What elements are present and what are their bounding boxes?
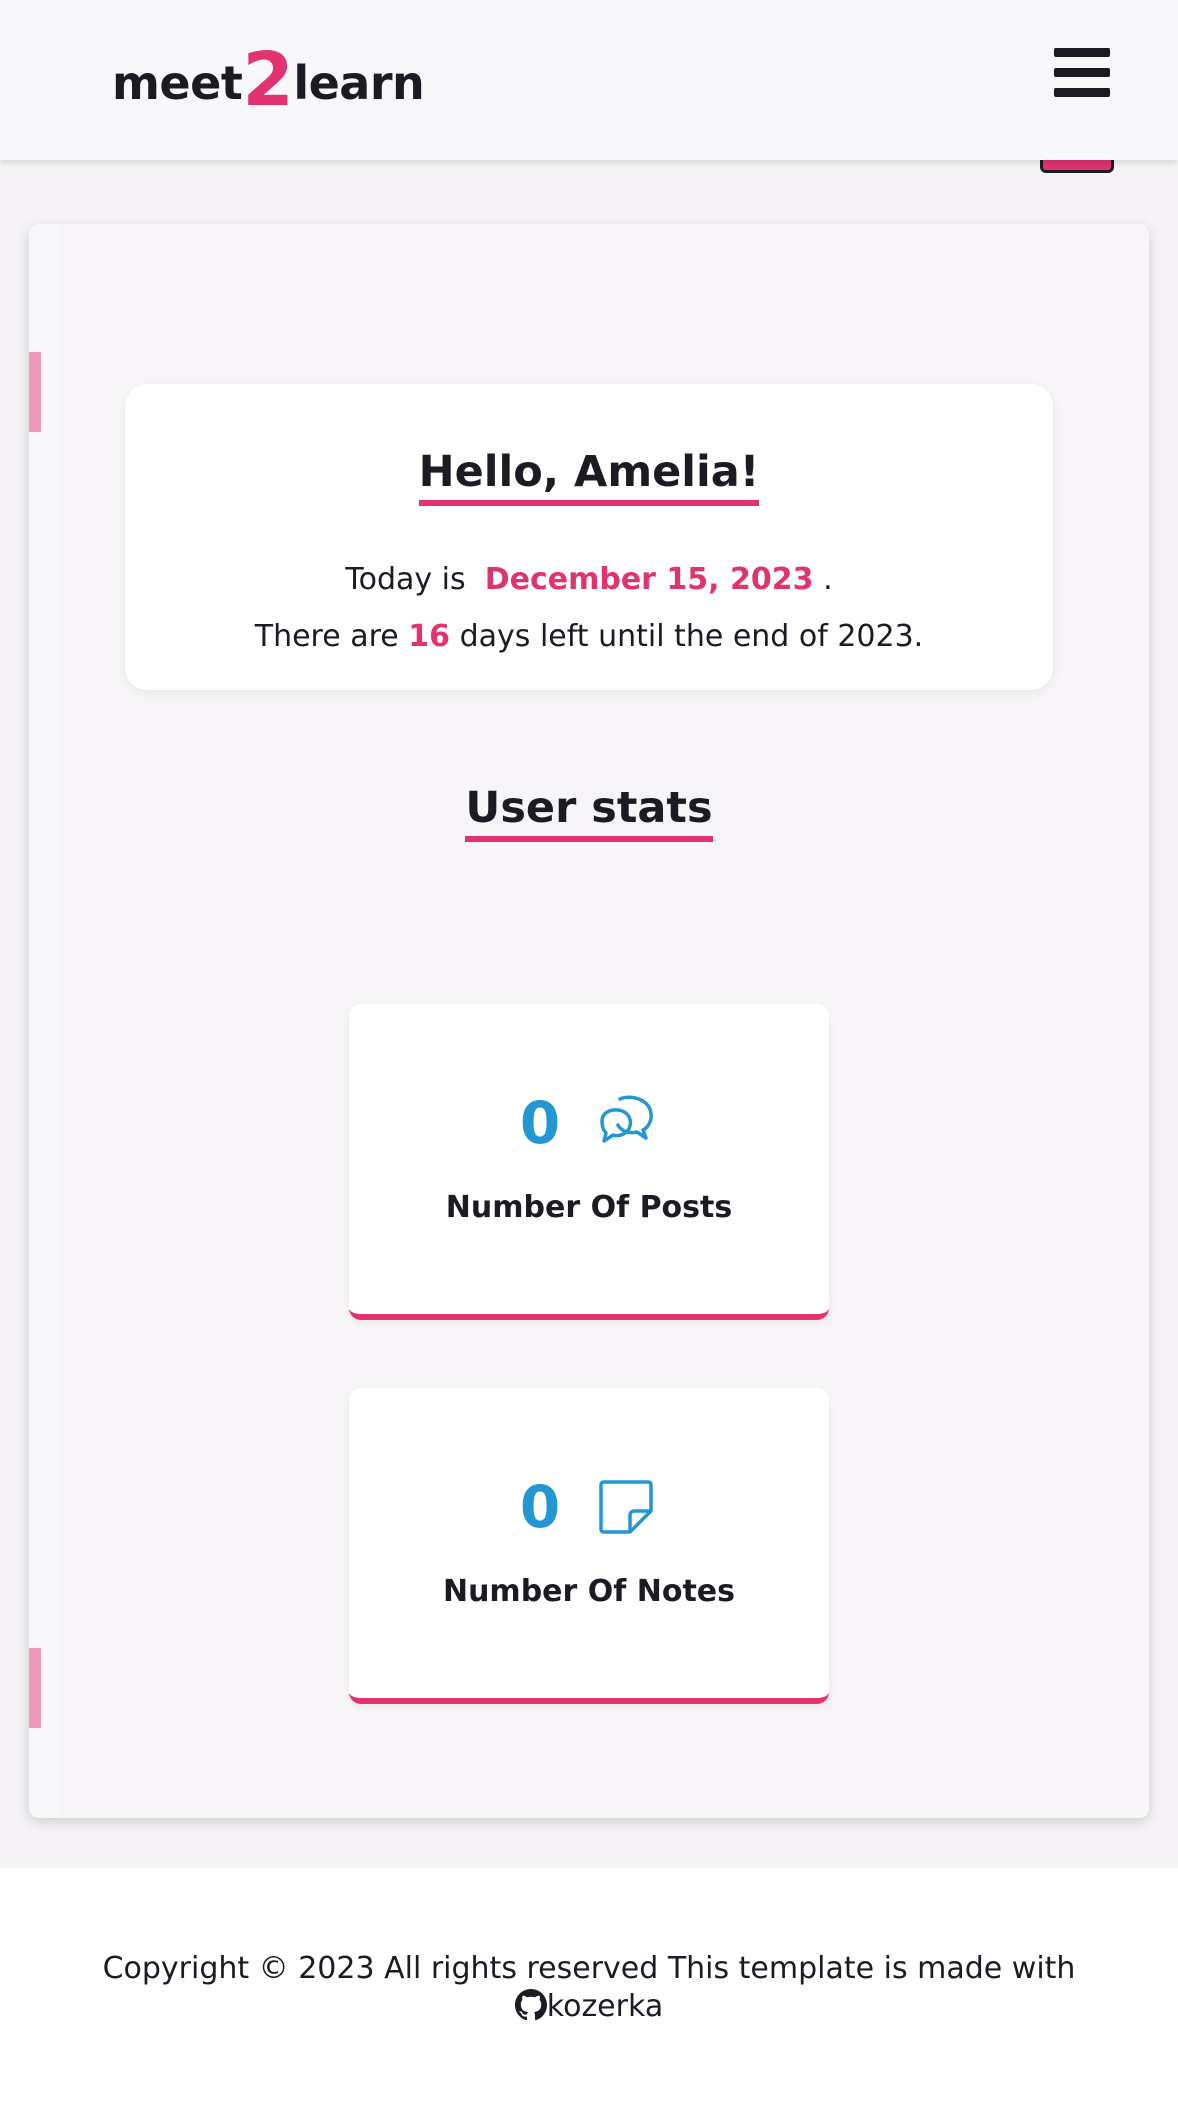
site-header: meet2learn bbox=[0, 0, 1178, 160]
logo-suffix: learn bbox=[293, 56, 425, 110]
days-prefix: There are bbox=[254, 619, 399, 654]
today-line: Today is December 15, 2023 . bbox=[125, 562, 1053, 597]
days-left-count: 16 bbox=[408, 619, 451, 654]
footer-copyright: Copyright © 2023 All rights reserved Thi… bbox=[102, 1951, 1076, 1986]
greeting-title-wrap: Hello, Amelia! bbox=[125, 446, 1053, 506]
notes-label: Number Of Notes bbox=[442, 1574, 736, 1609]
author-link-label: kozerka bbox=[546, 1989, 664, 2024]
notes-stat-row: 0 bbox=[349, 1472, 829, 1542]
logo-accent: 2 bbox=[242, 37, 294, 123]
footer-text: Copyright © 2023 All rights reserved Thi… bbox=[0, 1950, 1178, 2026]
side-marker-top bbox=[29, 352, 41, 432]
logo-prefix: meet bbox=[112, 56, 243, 110]
user-stats-title: User stats bbox=[465, 782, 713, 842]
side-marker-bottom bbox=[29, 1648, 41, 1728]
posts-label: Number Of Posts bbox=[445, 1190, 733, 1225]
today-suffix: . bbox=[823, 562, 833, 597]
posts-stat-card[interactable]: 0 Number Of Posts bbox=[349, 1004, 829, 1320]
site-logo[interactable]: meet2learn bbox=[112, 37, 425, 123]
today-prefix: Today is bbox=[345, 562, 466, 597]
notes-count: 0 bbox=[519, 1473, 561, 1541]
user-stats-title-wrap: User stats bbox=[29, 782, 1149, 842]
author-link[interactable]: kozerka bbox=[514, 1989, 664, 2024]
hamburger-menu-icon[interactable] bbox=[1052, 44, 1112, 100]
days-suffix: days left until the end of 2023. bbox=[459, 619, 924, 654]
days-left-line: There are 16 days left until the end of … bbox=[125, 619, 1053, 654]
notes-stat-card[interactable]: 0 Number Of Notes bbox=[349, 1388, 829, 1704]
posts-stat-row: 0 bbox=[349, 1088, 829, 1158]
github-icon bbox=[514, 1989, 547, 2021]
chat-bubbles-icon bbox=[600, 1095, 654, 1143]
greeting-title: Hello, Amelia! bbox=[418, 446, 760, 506]
posts-count: 0 bbox=[519, 1089, 561, 1157]
today-date: December 15, 2023 bbox=[484, 562, 814, 597]
greeting-card: Hello, Amelia! Today is December 15, 202… bbox=[125, 384, 1053, 690]
site-footer: Copyright © 2023 All rights reserved Thi… bbox=[0, 1868, 1178, 2124]
sticky-note-icon bbox=[599, 1480, 653, 1534]
